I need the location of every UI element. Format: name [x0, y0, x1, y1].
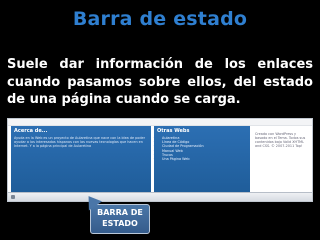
about-panel: Acerca de... Ayuda en la Web es un proye…: [11, 126, 151, 192]
footer-info-text: Creado con WordPress y basado en el Tema…: [255, 132, 306, 149]
about-heading: Acerca de...: [14, 128, 48, 134]
status-bar: [8, 192, 312, 201]
screenshot-top-strip: [8, 119, 312, 126]
callout-line-1: BARRA DE: [97, 208, 143, 217]
slide-description: Suele dar información de los enlaces cua…: [7, 57, 313, 107]
footer-info-panel: Creado con WordPress y basado en el Tema…: [253, 126, 311, 192]
status-bar-callout: BARRA DE ESTADO: [90, 204, 150, 234]
browser-screenshot: Acerca de... Ayuda en la Web es un proye…: [7, 118, 313, 202]
other-webs-list: Aularetina Línea de Código Ciudad de Pro…: [154, 136, 250, 161]
callout-text: BARRA DE ESTADO: [91, 207, 149, 229]
page-icon: [11, 195, 15, 199]
other-webs-panel: Otras Webs Aularetina Línea de Código Ci…: [154, 126, 250, 192]
about-text: Ayuda en la Web es un proyecto de Aulare…: [14, 136, 146, 149]
other-webs-heading: Otras Webs: [157, 128, 190, 134]
list-item[interactable]: Una Página Web: [162, 157, 250, 161]
callout-line-2: ESTADO: [102, 219, 138, 228]
slide-title: Barra de estado: [72, 8, 248, 30]
